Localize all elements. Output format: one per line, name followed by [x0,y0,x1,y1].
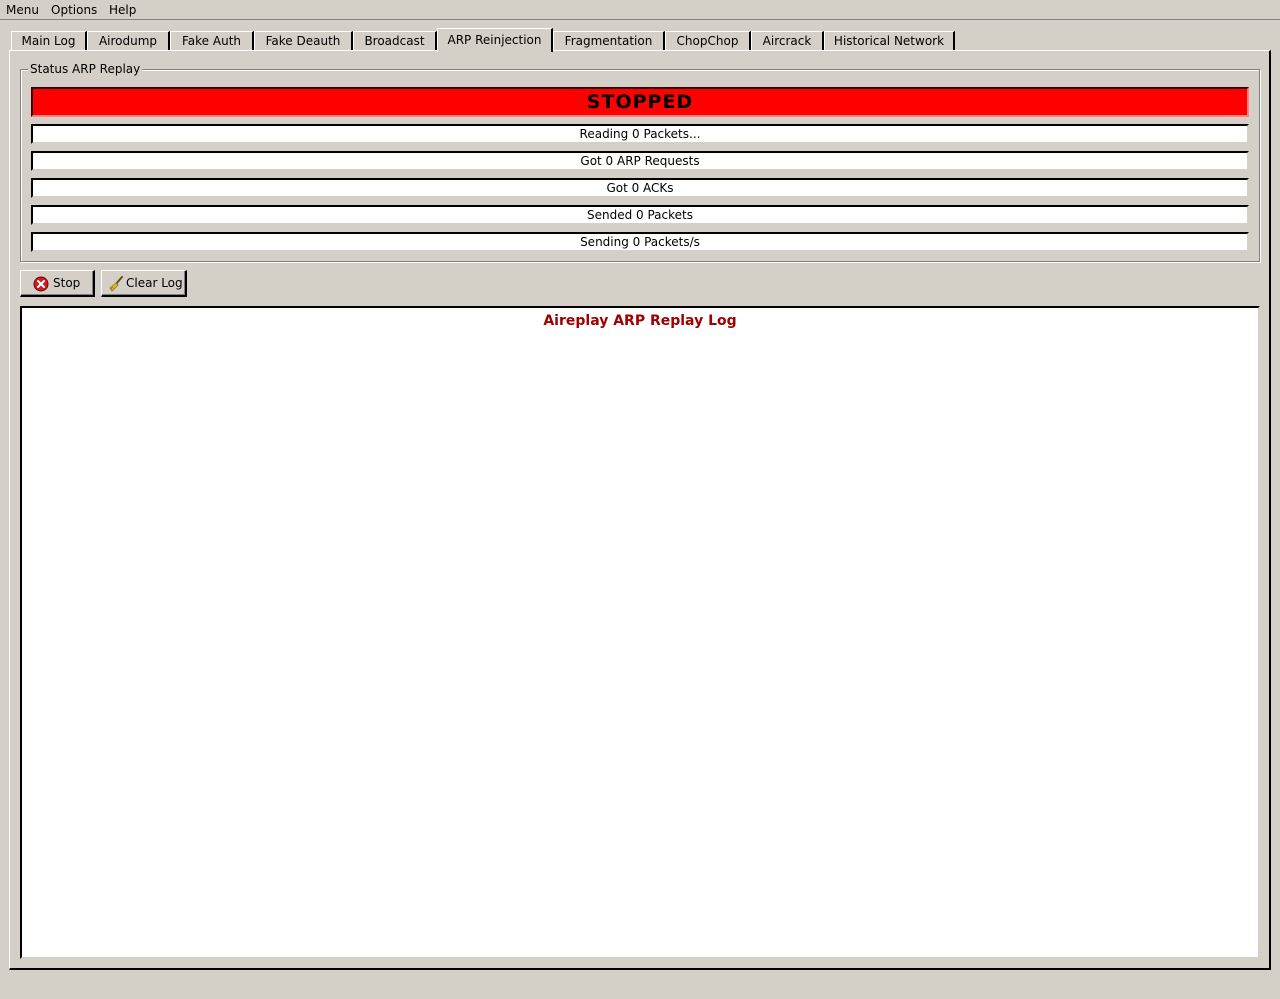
tab-airodump[interactable]: Airodump [87,31,170,51]
status-reading-packets: Reading 0 Packets... [31,124,1249,144]
tab-historical-network[interactable]: Historical Network [824,31,955,51]
status-sending-rate: Sending 0 Packets/s [31,232,1249,252]
menu-item-help[interactable]: Help [109,2,136,18]
menu-bar: Menu Options Help [0,0,1280,20]
menu-item-menu[interactable]: Menu [6,2,39,18]
status-banner: STOPPED [31,87,1249,117]
status-arp-requests: Got 0 ARP Requests [31,151,1249,171]
tab-broadcast[interactable]: Broadcast [353,31,437,51]
clear-log-button-label: Clear Log [126,276,183,290]
tab-arp-reinjection[interactable]: ARP Reinjection [437,28,553,52]
status-group-title: Status ARP Replay [28,61,143,77]
log-text-area[interactable]: Aireplay ARP Replay Log [20,306,1260,959]
stop-button[interactable]: Stop [20,270,95,297]
tab-fragmentation[interactable]: Fragmentation [553,31,665,51]
tab-chopchop[interactable]: ChopChop [665,31,751,51]
status-acks: Got 0 ACKs [31,178,1249,198]
status-sended-packets: Sended 0 Packets [31,205,1249,225]
stop-button-label: Stop [53,276,81,290]
tab-fake-auth[interactable]: Fake Auth [170,31,254,51]
clear-log-button[interactable]: Clear Log [101,270,187,297]
menu-item-options[interactable]: Options [51,2,97,18]
tab-fake-deauth[interactable]: Fake Deauth [254,31,353,51]
stop-icon [33,276,49,292]
broom-icon [109,276,123,292]
tab-main-log[interactable]: Main Log [11,31,87,51]
tab-aircrack[interactable]: Aircrack [751,31,824,51]
log-title: Aireplay ARP Replay Log [543,313,737,329]
